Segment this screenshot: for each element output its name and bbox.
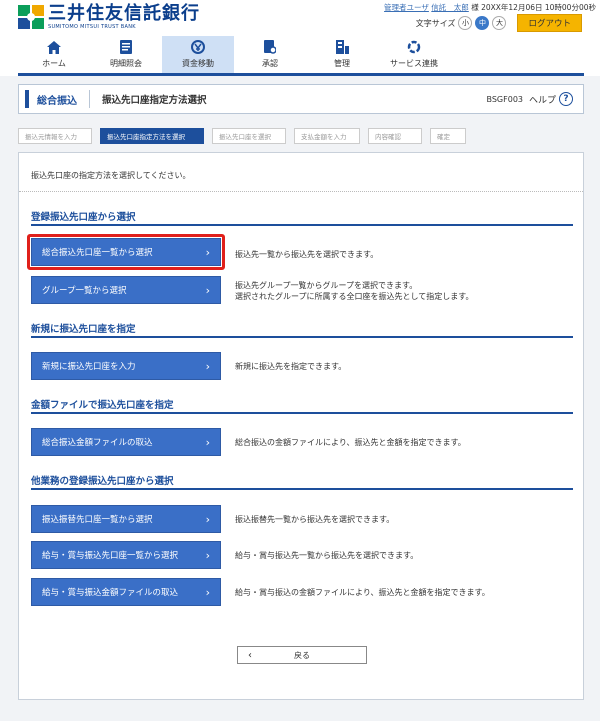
chevron-right-icon: › — [205, 283, 210, 297]
nav-approval[interactable]: 承認 — [234, 36, 306, 73]
select-from-group-list-button[interactable]: グループ一覧から選択 › — [31, 276, 221, 304]
step-2-current: 振込先口座指定方法を選択 — [100, 128, 204, 144]
progress-steps: 振込元情報を入力 振込先口座指定方法を選択 振込先口座を選択 支払金額を入力 内… — [18, 128, 584, 144]
button-label: グループ一覧から選択 — [42, 286, 127, 296]
step-1: 振込元情報を入力 — [18, 128, 92, 144]
step-3: 振込先口座を選択 — [212, 128, 286, 144]
select-from-transfer-payee-list-button[interactable]: 振込振替先口座一覧から選択 › — [31, 505, 221, 533]
font-size-label: 文字サイズ — [415, 18, 456, 28]
button-description: 総合振込の金額ファイルにより、振込先と金額を指定できます。 — [235, 437, 466, 448]
chevron-right-icon: › — [205, 548, 210, 562]
nav-label: ホーム — [42, 59, 66, 68]
font-size-small-button[interactable]: 小 — [458, 16, 473, 30]
step-4: 支払金額を入力 — [294, 128, 360, 144]
nav-label: 資金移動 — [182, 59, 214, 68]
login-datetime: 20XX年12月06日 10時00分00秒 — [481, 3, 596, 12]
transfer-icon — [191, 40, 205, 54]
font-size-medium-button[interactable]: 中 — [475, 16, 490, 30]
title-accent — [25, 90, 29, 108]
help-label: ヘルプ — [528, 95, 556, 106]
bank-name-en: SUMITOMO MITSUI TRUST BANK — [48, 24, 136, 30]
user-role[interactable]: 管理者ユーザ — [384, 3, 429, 12]
page-title: 振込先口座指定方法選択 — [102, 95, 207, 106]
font-size-large-button[interactable]: 大 — [492, 16, 507, 30]
button-label: 総合振込金額ファイルの取込 — [42, 438, 153, 448]
bank-logo: 三井住友信託銀行 SUMITOMO MITSUI TRUST BANK — [18, 4, 200, 30]
nav-label: 管理 — [334, 59, 350, 68]
nav-home[interactable]: ホーム — [18, 36, 90, 73]
description-line: 新規に振込先を指定できます。 — [235, 362, 347, 371]
button-label: 給与・賞与振込先口座一覧から選択 — [42, 551, 179, 561]
document-icon — [120, 40, 132, 54]
nav-label: 明細照会 — [110, 59, 142, 68]
user-name[interactable]: 信託 太郎 — [431, 3, 469, 12]
user-honorific: 様 — [471, 3, 479, 12]
global-nav: ホーム 明細照会 資金移動 承認 管理 サービス連携 — [18, 36, 584, 76]
logout-button[interactable]: ログアウト — [517, 14, 582, 32]
home-icon — [47, 40, 61, 54]
button-description: 給与・賞与振込先一覧から振込先を選択できます。 — [235, 550, 418, 561]
section-divider — [31, 224, 573, 226]
admin-icon — [336, 40, 349, 54]
nav-admin[interactable]: 管理 — [306, 36, 378, 73]
button-description: 振込振替先一覧から振込先を選択できます。 — [235, 514, 394, 525]
chevron-left-icon: ‹ — [248, 649, 252, 661]
description-line: 総合振込の金額ファイルにより、振込先と金額を指定できます。 — [235, 438, 466, 447]
button-label: 新規に振込先口座を入力 — [42, 362, 136, 372]
title-bar: 総合振込 振込先口座指定方法選択 BSGF003 ヘルプ ? — [18, 84, 584, 114]
help-icon[interactable]: ? — [559, 92, 573, 106]
description-line: 振込先一覧から振込先を選択できます。 — [235, 250, 379, 259]
section-title: 他業務の登録振込先口座から選択 — [31, 476, 174, 487]
user-info: 管理者ユーザ 信託 太郎 様 20XX年12月06日 10時00分00秒 — [384, 2, 596, 13]
select-from-salary-payee-list-button[interactable]: 給与・賞与振込先口座一覧から選択 › — [31, 541, 221, 569]
description-line: 振込先グループ一覧からグループを選択できます。 — [235, 281, 418, 290]
step-6: 確定 — [430, 128, 466, 144]
divider — [19, 191, 583, 192]
nav-label: サービス連携 — [390, 59, 438, 68]
nav-service-link[interactable]: サービス連携 — [378, 36, 450, 73]
content-panel: 振込先口座の指定方法を選択してください。 登録振込先口座から選択 総合振込先口座… — [18, 152, 584, 700]
button-label: 振込振替先口座一覧から選択 — [42, 515, 153, 525]
bank-logo-icon — [18, 5, 44, 29]
highlight-frame — [27, 234, 225, 270]
description-line: 給与・賞与振込の金額ファイルにより、振込先と金額を指定できます。 — [235, 588, 490, 597]
back-label: 戻る — [294, 650, 310, 660]
instruction-text: 振込先口座の指定方法を選択してください。 — [31, 171, 191, 180]
section-title: 金額ファイルで振込先口座を指定 — [31, 400, 174, 411]
nav-fund-transfer[interactable]: 資金移動 — [162, 36, 234, 73]
bank-name: 三井住友信託銀行 — [48, 3, 200, 24]
button-label: 給与・賞与振込金額ファイルの取込 — [42, 588, 179, 598]
button-description: 振込先一覧から振込先を選択できます。 — [235, 249, 378, 260]
chevron-right-icon: › — [205, 435, 210, 449]
section-divider — [31, 336, 573, 338]
button-description: 給与・賞与振込の金額ファイルにより、振込先と金額を指定できます。 — [235, 587, 490, 598]
import-amount-file-button[interactable]: 総合振込金額ファイルの取込 › — [31, 428, 221, 456]
screen-code: BSGF003 — [486, 94, 524, 104]
section-title: 新規に振込先口座を指定 — [31, 324, 136, 335]
enter-new-account-button[interactable]: 新規に振込先口座を入力 › — [31, 352, 221, 380]
chevron-right-icon: › — [205, 512, 210, 526]
description-line: 給与・賞与振込先一覧から振込先を選択できます。 — [235, 551, 419, 560]
section-divider — [31, 412, 573, 414]
description-line: 選択されたグループに所属する全口座を振込先として指定します。 — [235, 292, 474, 301]
nav-label: 承認 — [262, 59, 278, 68]
help-link[interactable]: ヘルプ ? — [529, 92, 573, 106]
section-title: 登録振込先口座から選択 — [31, 212, 136, 223]
title-divider — [89, 90, 90, 108]
button-description: 振込先グループ一覧からグループを選択できます。 選択されたグループに所属する全口… — [235, 280, 473, 302]
description-line: 振込振替先一覧から振込先を選択できます。 — [235, 515, 395, 524]
back-button[interactable]: ‹ 戻る — [237, 646, 367, 664]
chevron-right-icon: › — [205, 359, 210, 373]
header: 三井住友信託銀行 SUMITOMO MITSUI TRUST BANK 管理者ユ… — [0, 0, 600, 36]
service-link-icon — [407, 40, 421, 54]
section-divider — [31, 488, 573, 490]
font-size-switcher: 文字サイズ 小 中 大 ログアウト — [416, 14, 582, 32]
step-5: 内容確認 — [368, 128, 422, 144]
page-category: 総合振込 — [37, 95, 77, 107]
nav-statements[interactable]: 明細照会 — [90, 36, 162, 73]
approval-icon — [264, 40, 276, 54]
button-description: 新規に振込先を指定できます。 — [235, 361, 346, 372]
chevron-right-icon: › — [205, 585, 210, 599]
import-salary-amount-file-button[interactable]: 給与・賞与振込金額ファイルの取込 › — [31, 578, 221, 606]
